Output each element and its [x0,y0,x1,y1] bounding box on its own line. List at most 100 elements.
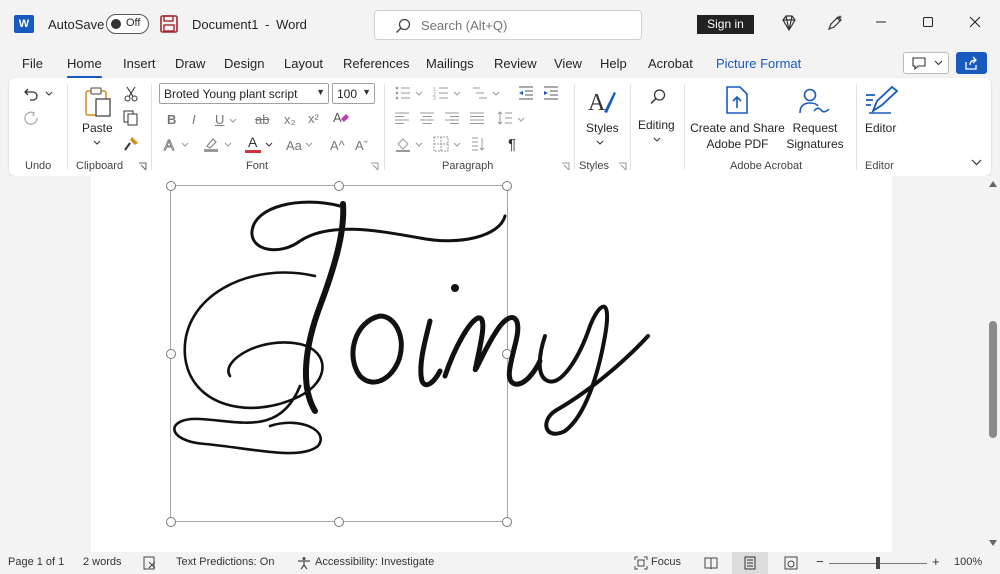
tab-design[interactable]: Design [224,56,264,71]
tab-home[interactable]: Home [67,56,102,79]
grow-font-button[interactable]: A^ [330,138,345,153]
search-box[interactable] [374,10,642,40]
pen-icon[interactable] [826,14,844,32]
increase-indent-icon[interactable] [543,86,559,100]
collapse-ribbon-icon[interactable] [971,159,982,166]
numbering-icon[interactable]: 123 [433,86,449,100]
text-box-selection[interactable] [0,176,986,552]
strikethrough-button[interactable]: ab [255,112,269,127]
text-predictions-status[interactable]: Text Predictions: On [176,556,274,568]
resize-handle[interactable] [166,517,176,527]
chevron-down-icon[interactable] [453,142,461,148]
search-icon[interactable] [649,88,667,106]
justify-icon[interactable] [470,112,484,124]
change-case-button[interactable]: Aa [286,138,302,153]
scroll-down-icon[interactable] [989,540,997,546]
tab-review[interactable]: Review [494,56,537,71]
request-signatures-button[interactable]: Request Signatures [782,120,848,152]
request-signatures-icon[interactable] [798,86,830,114]
undo-icon[interactable] [23,86,39,102]
chevron-down-icon[interactable] [93,140,101,146]
focus-icon[interactable] [634,556,648,570]
shading-icon[interactable] [395,136,411,152]
minimize-button[interactable] [869,12,893,36]
share-button[interactable] [956,52,987,74]
chevron-down-icon[interactable] [265,142,273,148]
chevron-down-icon[interactable] [596,140,604,146]
chevron-down-icon[interactable] [45,91,53,97]
search-input[interactable] [421,16,631,34]
page-count[interactable]: Page 1 of 1 [8,556,64,568]
read-mode-icon[interactable] [704,556,718,570]
tab-file[interactable]: File [22,56,43,71]
paste-button[interactable]: Paste [82,121,113,135]
scrollbar-thumb[interactable] [989,321,997,438]
decrease-indent-icon[interactable] [518,86,534,100]
create-pdf-icon[interactable] [725,86,749,114]
resize-handle[interactable] [334,181,344,191]
editor-icon[interactable] [865,85,899,115]
save-icon[interactable] [160,15,178,33]
create-share-pdf-button[interactable]: Create and Share Adobe PDF [690,120,785,152]
dialog-launcher-icon[interactable] [618,162,627,171]
resize-handle[interactable] [166,349,176,359]
word-count[interactable]: 2 words [83,556,122,568]
proofing-icon[interactable] [143,556,157,570]
focus-button[interactable]: Focus [651,556,681,568]
resize-handle[interactable] [502,517,512,527]
tab-draw[interactable]: Draw [175,56,205,71]
format-painter-icon[interactable] [123,136,139,152]
comments-button[interactable] [903,52,949,74]
show-formatting-button[interactable]: ¶ [508,136,516,153]
text-effects-icon[interactable]: A [163,136,179,152]
align-right-icon[interactable] [445,112,459,124]
tab-view[interactable]: View [554,56,582,71]
editor-button[interactable]: Editor [865,121,896,135]
zoom-in-button[interactable]: + [932,554,940,569]
sort-icon[interactable] [470,136,486,152]
tab-picture-format[interactable]: Picture Format [716,56,801,71]
dialog-launcher-icon[interactable] [370,162,379,171]
font-family-select[interactable]: Broted Young plant script ▼ [159,83,329,104]
dialog-launcher-icon[interactable] [561,162,570,171]
tab-mailings[interactable]: Mailings [426,56,474,71]
tab-help[interactable]: Help [600,56,627,71]
sign-in-button[interactable]: Sign in [697,15,754,34]
borders-icon[interactable] [433,136,449,152]
chevron-down-icon[interactable] [229,118,237,124]
bullets-icon[interactable] [395,86,411,100]
subscript-button[interactable]: x₂ [284,112,296,127]
vertical-scrollbar[interactable] [986,176,1000,552]
shrink-font-button[interactable]: Aˇ [355,138,368,153]
chevron-down-icon[interactable] [453,91,461,97]
close-button[interactable] [963,12,987,36]
web-layout-icon[interactable] [784,556,798,570]
multilevel-list-icon[interactable] [472,86,488,100]
accessibility-status[interactable]: Accessibility: Investigate [315,556,434,568]
accessibility-icon[interactable] [297,556,311,570]
chevron-down-icon[interactable] [415,142,423,148]
print-layout-button[interactable] [732,552,768,574]
paste-icon[interactable] [84,86,112,118]
tab-layout[interactable]: Layout [284,56,323,71]
autosave-toggle[interactable]: Off [106,14,149,34]
tab-acrobat[interactable]: Acrobat [648,56,693,71]
font-color-button[interactable]: A [245,134,261,154]
redo-icon[interactable] [23,110,39,126]
italic-button[interactable]: I [192,112,196,127]
resize-handle[interactable] [334,517,344,527]
chevron-down-icon[interactable] [224,142,232,148]
maximize-button[interactable] [916,12,940,36]
zoom-level[interactable]: 100% [954,556,982,568]
zoom-out-button[interactable]: − [816,554,824,569]
chevron-down-icon[interactable] [653,137,661,143]
align-left-icon[interactable] [395,112,409,124]
line-spacing-icon[interactable] [497,110,513,126]
resize-handle[interactable] [502,181,512,191]
dialog-launcher-icon[interactable] [138,162,147,171]
editing-button[interactable]: Editing [638,118,675,132]
chevron-down-icon[interactable] [305,142,313,148]
underline-button[interactable]: U [215,112,224,127]
chevron-down-icon[interactable] [181,142,189,148]
styles-button[interactable]: Styles [586,121,619,135]
